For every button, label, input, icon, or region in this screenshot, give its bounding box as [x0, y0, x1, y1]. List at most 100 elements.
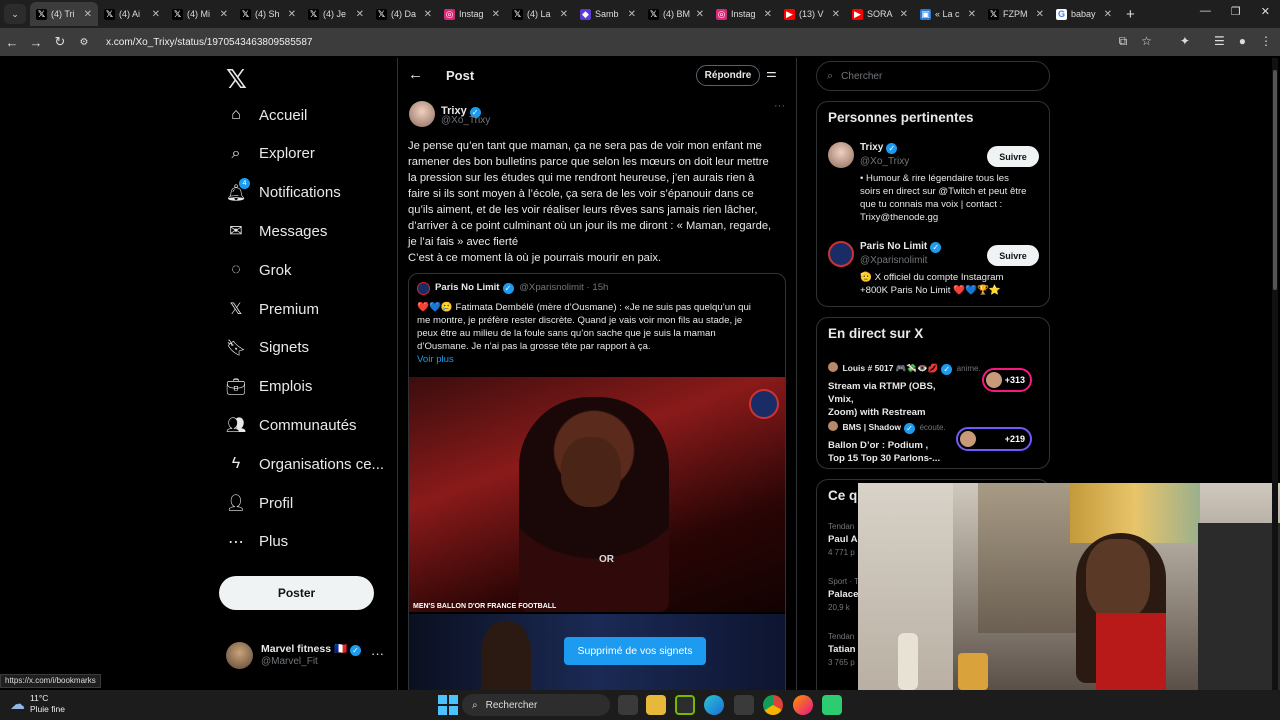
weather-widget[interactable]: ☁ 11°C Pluie fine	[10, 693, 65, 715]
tab-close-icon[interactable]: ✕	[288, 9, 296, 20]
reload-icon[interactable]: ↻	[48, 34, 72, 50]
browser-tab[interactable]: ◎ Instag ✕	[438, 2, 506, 26]
follow-button[interactable]: Suivre	[987, 245, 1039, 266]
forward-icon[interactable]: →	[24, 35, 48, 50]
more-options-icon[interactable]: ···	[371, 646, 384, 661]
tab-close-icon[interactable]: ✕	[1036, 9, 1044, 20]
nav-item-explorer[interactable]: ⌕ Explorer	[226, 141, 315, 167]
taskbar-search[interactable]: ⌕ Rechercher	[462, 694, 610, 716]
file-explorer-icon[interactable]	[646, 695, 666, 715]
tweet-author-handle[interactable]: @Xo_Trixy	[441, 115, 490, 126]
nav-item-profil[interactable]: 👤︎ Profil	[226, 490, 293, 516]
trend-item[interactable]: Tendan Tatian 3 765 p	[828, 632, 856, 667]
tab-close-icon[interactable]: ✕	[424, 9, 432, 20]
person-name[interactable]: Trixy	[860, 142, 883, 153]
person-handle[interactable]: @Xparisnolimit	[860, 255, 927, 266]
nav-item-plus[interactable]: ⋯ Plus	[226, 529, 288, 555]
search-box[interactable]: ⌕ Chercher	[816, 61, 1050, 91]
browser-tab[interactable]: ▶ SORA ✕	[846, 2, 914, 26]
trend-item[interactable]: Tendan Paul A 4 771 p	[828, 522, 858, 557]
address-bar[interactable]: x.com/Xo_Trixy/status/197054346380958558…	[106, 37, 312, 48]
back-icon[interactable]: ←	[0, 35, 24, 50]
browser-tab[interactable]: 𝕏 (4) BM ✕	[642, 2, 710, 26]
new-tab-button[interactable]: +	[1126, 6, 1135, 23]
nav-item-communautés[interactable]: 👥︎ Communautés	[226, 412, 357, 438]
page-scrollbar[interactable]	[1272, 58, 1278, 690]
reading-list-icon[interactable]: ☰	[1214, 34, 1225, 49]
tweet-more-icon[interactable]: ···	[774, 100, 785, 112]
avatar[interactable]	[828, 142, 854, 168]
browser-tab[interactable]: 𝕏 (4) La ✕	[506, 2, 574, 26]
extensions-icon[interactable]: ✦	[1180, 34, 1190, 49]
nav-item-signets[interactable]: 🔖︎ Signets	[226, 335, 309, 361]
minimize-icon[interactable]: —	[1200, 5, 1211, 18]
tab-close-icon[interactable]: ✕	[220, 9, 228, 20]
chrome-icon[interactable]	[763, 695, 783, 715]
x-logo-icon[interactable]: 𝕏	[226, 64, 247, 95]
menu-icon[interactable]: ⋮	[1260, 34, 1272, 49]
restore-icon[interactable]: ❐	[1231, 5, 1241, 18]
nav-item-accueil[interactable]: ⌂ Accueil	[226, 102, 307, 128]
tab-close-icon[interactable]: ✕	[356, 9, 364, 20]
account-switcher[interactable]: Marvel fitness 🇫🇷 ✓ @Marvel_Fit ···	[226, 642, 386, 676]
profile-icon[interactable]: ●	[1239, 34, 1246, 49]
trend-item[interactable]: Sport · T Palace 20,9 k	[828, 577, 859, 612]
quote-text-line: ❤️💙🥲 Fatimata Dembélé (mère d’Ousmane) :…	[417, 302, 751, 313]
back-arrow-icon[interactable]: ←	[408, 66, 423, 83]
person-handle[interactable]: @Xo_Trixy	[860, 156, 909, 167]
tab-close-icon[interactable]: ✕	[84, 9, 92, 20]
nav-item-messages[interactable]: ✉ Messages	[226, 218, 327, 244]
nav-item-emplois[interactable]: 💼︎ Emplois	[226, 374, 313, 400]
tab-close-icon[interactable]: ✕	[900, 9, 908, 20]
browser-tab[interactable]: 𝕏 (4) Je ✕	[302, 2, 370, 26]
store-icon[interactable]	[734, 695, 754, 715]
nav-item-grok[interactable]: ◌ Grok	[226, 257, 291, 283]
see-more-link[interactable]: Voir plus	[417, 354, 454, 365]
person-name[interactable]: Paris No Limit	[860, 241, 927, 252]
install-app-icon[interactable]: ⧉	[1119, 34, 1128, 49]
tweet-author-avatar[interactable]	[409, 101, 435, 127]
nvidia-icon[interactable]	[675, 695, 695, 715]
tab-close-icon[interactable]: ✕	[628, 9, 636, 20]
quoted-tweet[interactable]: Paris No Limit ✓ @Xparisnolimit · 15h ❤️💙…	[408, 273, 786, 690]
bookmark-star-icon[interactable]: ☆	[1141, 34, 1152, 49]
browser-tab[interactable]: ▣ « La c ✕	[914, 2, 982, 26]
reply-button[interactable]: Répondre	[696, 65, 760, 86]
browser-tab[interactable]: 𝕏 (4) Sh ✕	[234, 2, 302, 26]
close-window-icon[interactable]: ✕	[1261, 5, 1270, 18]
live-item[interactable]: BMS | Shadow ✓ écoute. Ballon D’or : Podi…	[828, 417, 1042, 465]
edge-icon[interactable]	[704, 695, 724, 715]
avatar[interactable]	[828, 241, 854, 267]
tab-close-icon[interactable]: ✕	[696, 9, 704, 20]
nav-item-notifications[interactable]: 🔔︎ 4 Notifications	[226, 177, 341, 206]
app-icon[interactable]	[822, 695, 842, 715]
browser-tab[interactable]: 𝕏 (4) Tri ✕	[30, 2, 98, 26]
filter-sliders-icon[interactable]: ⚌	[766, 66, 777, 80]
tab-close-icon[interactable]: ✕	[152, 9, 160, 20]
browser-tab[interactable]: ◎ Instag ✕	[710, 2, 778, 26]
tab-list-button[interactable]: ⌄	[4, 4, 26, 24]
tab-close-icon[interactable]: ✕	[1104, 9, 1112, 20]
live-item[interactable]: Louis # 5017 🎮💸👁️💋 ✓ anime. Stream via RT…	[828, 358, 1042, 419]
browser-tab[interactable]: ◆ Samb ✕	[574, 2, 642, 26]
nav-item-organisations-ce[interactable]: ϟ Organisations ce...	[226, 451, 384, 477]
browser-tab[interactable]: 𝕏 (4) Mi ✕	[166, 2, 234, 26]
quote-media-image[interactable]: OR MEN'S BALLON D'OR FRANCE FOOTBALL	[409, 377, 785, 612]
tab-close-icon[interactable]: ✕	[560, 9, 568, 20]
tab-close-icon[interactable]: ✕	[764, 9, 772, 20]
follow-button[interactable]: Suivre	[987, 146, 1039, 167]
browser-tab[interactable]: 𝕏 (4) Da ✕	[370, 2, 438, 26]
post-button[interactable]: Poster	[219, 576, 374, 610]
start-button[interactable]	[438, 695, 458, 715]
browser-tab[interactable]: Gbabay ✕	[1050, 2, 1118, 26]
site-info-icon[interactable]: ⚙	[72, 37, 96, 48]
tab-close-icon[interactable]: ✕	[832, 9, 840, 20]
tab-close-icon[interactable]: ✕	[968, 9, 976, 20]
browser-tab[interactable]: 𝕏 FZPM ✕	[982, 2, 1050, 26]
firefox-icon[interactable]	[793, 695, 813, 715]
browser-tab[interactable]: 𝕏 (4) Ai ✕	[98, 2, 166, 26]
task-view-icon[interactable]	[618, 695, 638, 715]
tab-close-icon[interactable]: ✕	[492, 9, 500, 20]
nav-item-premium[interactable]: 𝕏 Premium	[226, 296, 319, 322]
browser-tab[interactable]: ▶ (13) V ✕	[778, 2, 846, 26]
